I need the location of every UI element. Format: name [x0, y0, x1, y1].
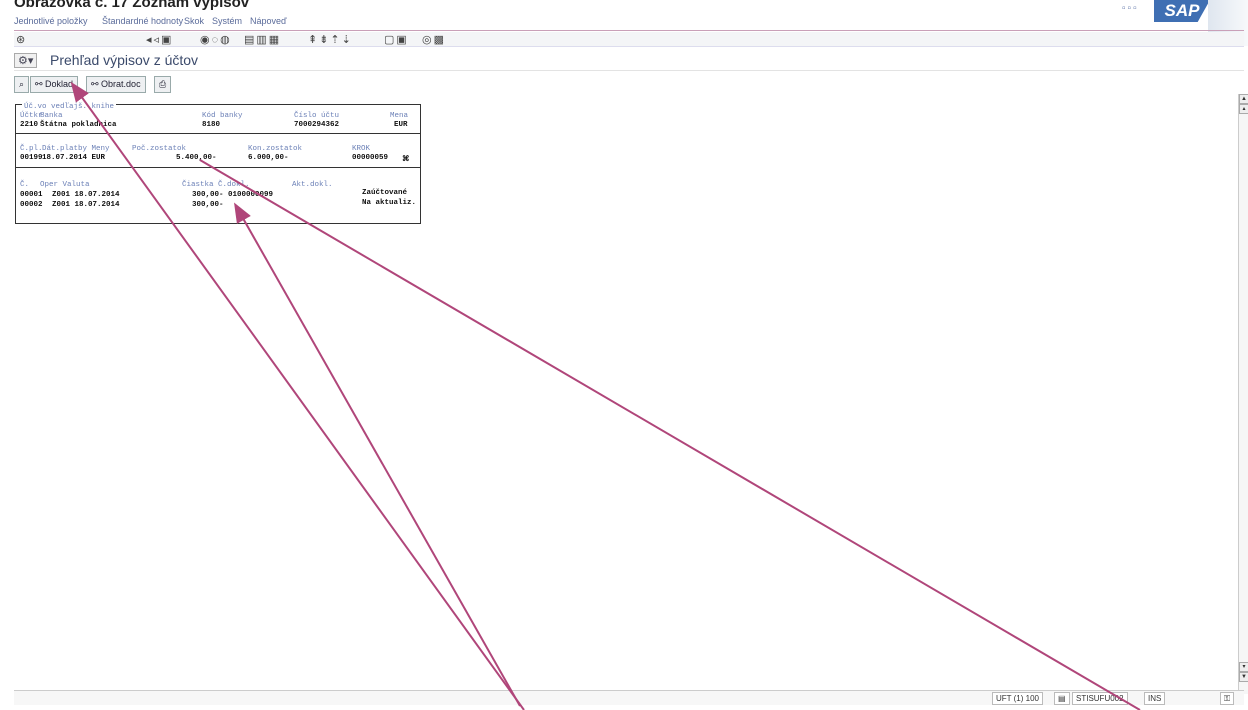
vertical-scrollbar[interactable]: ▲ ▴ ▾ ▼ [1238, 94, 1248, 694]
menu-item-napoved[interactable]: Nápoveď [250, 16, 287, 26]
menu-item-system[interactable]: Systém [212, 16, 242, 26]
item-ciastka[interactable]: 300,00- 0100000099 [192, 191, 273, 199]
header-cislo-vypisu: Č.pl. [20, 145, 43, 153]
header-banka: Banka [40, 112, 63, 120]
status-system[interactable]: UFT (1) 100 [992, 692, 1043, 705]
item-ciastka[interactable]: 300,00- [192, 201, 224, 209]
value-datum-meny[interactable]: 18.07.2014 EUR [42, 154, 105, 162]
page-title: Prehľad výpisov z účtov [50, 52, 199, 68]
obrat-doc-button-label: Obrat.doc [101, 79, 141, 89]
item-stav: Zaúčtované [362, 189, 408, 197]
zoom-icon[interactable]: ⌕ [14, 76, 30, 93]
status-mode[interactable]: INS [1144, 692, 1166, 705]
doklad-button-label: Doklad [45, 79, 74, 89]
value-mena[interactable]: EUR [394, 121, 408, 129]
header-aktualny-doklad: Akt.dokl. [292, 181, 333, 189]
header-konecny-zostatok: Kon.zostatok [248, 145, 303, 153]
enter-icon[interactable]: ⊛ [16, 33, 27, 46]
page-navigation-icons[interactable]: ⇞⇟⇡⇣ [308, 33, 353, 46]
status-list-icon[interactable]: ▤ [1054, 692, 1070, 705]
window-controls-icon[interactable]: ▫▫▫ [1122, 3, 1139, 14]
value-banka[interactable]: Štátna pokladnica [40, 121, 117, 129]
title-bar: ⚙▾ Prehľad výpisov z účtov [14, 52, 1244, 71]
divider [16, 167, 420, 168]
header-operacia-valuta: Oper Valuta [40, 181, 90, 189]
obrat-doc-button[interactable]: ⚯ Obrat.doc [86, 76, 146, 93]
header-cislo-polozky: Č. [20, 181, 30, 189]
item-cislo[interactable]: 00001 [20, 191, 43, 199]
glasses-icon: ⚯ [35, 79, 46, 89]
glasses-icon: ⚯ [91, 79, 102, 89]
divider [16, 133, 420, 134]
value-kod-banky[interactable]: 8180 [202, 121, 220, 129]
header-kod-banky: Kód banky [202, 112, 243, 120]
item-cislo[interactable]: 00002 [20, 201, 43, 209]
status-connection-icon: ⚿ [1220, 692, 1235, 705]
header-datum-meny: Dát.platby Meny [42, 145, 110, 153]
annotation-arrow-document-number [234, 202, 521, 707]
value-cislo-vypisu[interactable]: 00199 [20, 154, 43, 162]
item-operacia[interactable]: Z001 18.07.2014 [52, 191, 120, 199]
session-icons[interactable]: ▢▣ [384, 33, 409, 46]
menu-bar: Jednotlivé položky Štandardné hodnoty Sk… [14, 16, 1244, 31]
frame-label: Úč.vo vedľajš. knihe [22, 103, 117, 111]
back-exit-cancel-icons[interactable]: ◉◌◍ [200, 33, 232, 46]
help-layout-icons[interactable]: ◎▩ [422, 33, 446, 46]
print-icon[interactable]: ⎙ [154, 76, 172, 93]
screen-menu-icon[interactable]: ⚙▾ [14, 53, 38, 68]
value-krok[interactable]: 00000059 [352, 154, 388, 162]
print-find-icons[interactable]: ▤▥▦ [244, 33, 281, 46]
application-toolbar: ⌕ ⚯ Doklad ⚯ Obrat.doc ⎙ [14, 76, 1244, 93]
menu-item-jednotlive-polozky[interactable]: Jednotlivé položky [14, 16, 88, 26]
item-stav: Na aktualiz. [362, 199, 417, 207]
header-ciastka-doklad: Čiastka Č.dokl. [182, 181, 250, 189]
scroll-down-page-icon[interactable]: ▾ [1239, 662, 1248, 672]
status-bar: UFT (1) 100 ▤ STISUFU002 INS ⚿ [14, 690, 1244, 705]
menu-item-skok[interactable]: Skok [184, 16, 204, 26]
system-toolbar: ⊛ ◂◃▣ ◉◌◍ ▤▥▦ ⇞⇟⇡⇣ ▢▣ ◎▩ [14, 32, 1244, 47]
header-mena: Mena [390, 112, 409, 120]
command-field-icon[interactable]: ◂◃▣ [146, 33, 173, 46]
scroll-up-icon[interactable]: ▲ [1239, 94, 1248, 104]
header-krok: KROK [352, 145, 371, 153]
scroll-down-icon[interactable]: ▼ [1239, 672, 1248, 682]
value-pociatocny-zostatok[interactable]: 5.400,00- [176, 154, 217, 162]
statement-list-panel: Úč.vo vedľajš. knihe Účtkr Banka Kód ban… [15, 103, 421, 224]
doklad-button[interactable]: ⚯ Doklad [30, 76, 79, 93]
header-cislo-uctu: Číslo účtu [294, 112, 340, 120]
value-cislo-uctu[interactable]: 7000294362 [294, 121, 339, 129]
annotation-arrow-long [199, 159, 1141, 710]
value-uctovny-kruh[interactable]: 2210 [20, 121, 38, 129]
document-caption: Obrazovka č. 17 Zoznam výpisov [14, 0, 250, 11]
status-server[interactable]: STISUFU002 [1072, 692, 1128, 705]
value-konecny-zostatok[interactable]: 6.000,00- [248, 154, 289, 162]
header-pociatocny-zostatok: Poč.zostatok [132, 145, 187, 153]
item-operacia[interactable]: Z001 18.07.2014 [52, 201, 120, 209]
command-icon[interactable]: ⌘ [402, 154, 410, 164]
scroll-up-page-icon[interactable]: ▴ [1239, 104, 1248, 114]
menu-item-standardne-hodnoty[interactable]: Štandardné hodnoty [102, 16, 183, 26]
